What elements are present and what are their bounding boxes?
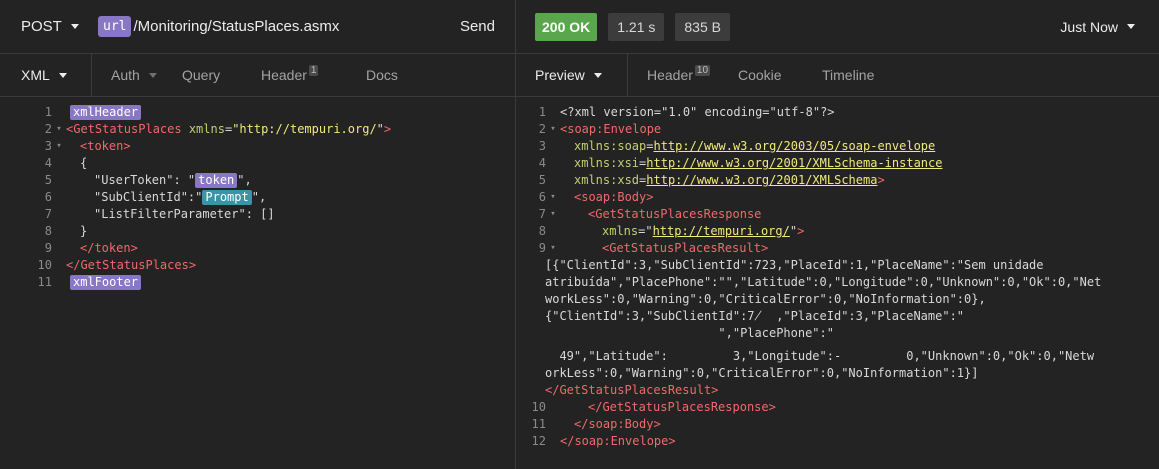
code-line: 2 ▾ <soap:Envelope — [538, 121, 662, 138]
method-label: POST — [21, 18, 62, 35]
tab-auth[interactable]: Auth — [92, 54, 182, 96]
response-tabs: Preview Header 10 Cookie Timeline — [516, 54, 1159, 97]
response-pane: 200 OK 1.21 s 835 B Just Now Preview Hea… — [516, 0, 1159, 469]
tab-auth-label: Auth — [111, 67, 140, 83]
send-button[interactable]: Send — [460, 18, 515, 35]
tab-query[interactable]: Query — [182, 54, 261, 96]
fold-arrow-icon[interactable]: ▾ — [546, 206, 560, 223]
result-json-line: atribuída","PlacePhone":"","Latitude":0,… — [545, 275, 1102, 289]
chevron-down-icon — [70, 24, 79, 29]
app: POST url /Monitoring/StatusPlaces.asmx S… — [0, 0, 1159, 469]
result-json-line: orkLess":0,"Warning":0,"CriticalError":0… — [545, 366, 979, 380]
fold-arrow-icon[interactable]: ▾ — [546, 240, 560, 257]
code-line: 8 xmlns="http://tempuri.org/"> — [538, 224, 805, 238]
link-tempuri[interactable]: http://tempuri.org/ — [653, 224, 790, 238]
tab-header-label: Header — [261, 67, 307, 83]
tab-response-header[interactable]: Header 10 — [628, 54, 738, 96]
tab-xml[interactable]: XML — [0, 54, 91, 96]
chevron-down-icon — [148, 72, 157, 78]
link-soap-envelope[interactable]: http://www.w3.org/2003/05/soap-envelope — [653, 139, 935, 153]
code-line: 1 xmlHeader — [0, 104, 515, 121]
fold-arrow-icon[interactable]: ▾ — [52, 138, 66, 155]
result-json-line: ","PlacePhone":" — [545, 326, 834, 340]
code-line: 9 </token> — [44, 241, 138, 255]
tab-response-header-label: Header — [647, 67, 693, 83]
code-wrapped-line: orkLess":0,"Warning":0,"CriticalError":0… — [516, 365, 1159, 382]
request-body-editor[interactable]: 1 xmlHeader 2 ▾ <GetStatusPlaces xmlns="h… — [0, 104, 515, 291]
code-line: 3 ▾ <token> — [44, 138, 131, 155]
result-close-tag: </GetStatusPlacesResult> — [545, 383, 719, 397]
tab-header-count: 1 — [308, 64, 319, 76]
tab-timeline-label: Timeline — [822, 67, 875, 83]
tab-docs-label: Docs — [366, 67, 398, 83]
tab-query-label: Query — [182, 67, 221, 83]
code-line: 9 ▾ <GetStatusPlacesResult> — [538, 240, 769, 257]
code-line: 5 xmlns:xsd=http://www.w3.org/2001/XMLSc… — [538, 173, 885, 187]
response-body-viewer[interactable]: 1 <?xml version="1.0" encoding="utf-8"?>… — [516, 104, 1159, 450]
response-status-bar: 200 OK 1.21 s 835 B Just Now — [516, 0, 1159, 54]
code-line: 6 ▾ <soap:Body> — [538, 189, 654, 206]
chevron-down-icon — [1127, 24, 1135, 29]
code-line: 7 ▾ <GetStatusPlacesResponse — [538, 206, 762, 223]
code-wrapped-line: </GetStatusPlacesResult> — [516, 382, 1159, 399]
code-line: 4 xmlns:xsi=http://www.w3.org/2001/XMLSc… — [538, 156, 943, 170]
code-line: 4 { — [44, 156, 88, 170]
template-tag-prompt[interactable]: Prompt — [202, 190, 252, 205]
code-line: 2 ▾ <GetStatusPlaces xmlns="http://tempur… — [44, 121, 392, 138]
link-xmlschema-instance[interactable]: http://www.w3.org/2001/XMLSchema-instanc… — [646, 156, 942, 170]
code-line: 5 "UserToken": " token ", — [44, 173, 252, 188]
tab-xml-label: XML — [21, 67, 50, 83]
code-line: 6 "SubClientId":" Prompt ", — [44, 190, 267, 205]
result-json-line: 49","Latitude": 3,"Longitude":- 0,"Unkno… — [545, 349, 1095, 363]
tab-preview[interactable]: Preview — [516, 54, 627, 96]
tab-response-header-count: 10 — [694, 64, 711, 76]
tab-timeline[interactable]: Timeline — [822, 54, 874, 96]
method-dropdown[interactable]: POST — [0, 18, 85, 35]
code-wrapped-line: workLess":0,"Warning":0,"CriticalError":… — [516, 291, 1159, 308]
code-line: 3 xmlns:soap=http://www.w3.org/2003/05/s… — [538, 139, 936, 153]
code-wrapped-line: ","PlacePhone":" — [516, 325, 1159, 342]
result-json-line: {"ClientId":3,"SubClientId":7̸ ,"PlaceId… — [545, 309, 965, 323]
code-line: 11 </soap:Body> — [531, 417, 661, 431]
tab-cookie-label: Cookie — [738, 67, 782, 83]
fold-arrow-icon[interactable]: ▾ — [546, 121, 560, 138]
fold-arrow-icon[interactable]: ▾ — [546, 189, 560, 206]
tab-cookie[interactable]: Cookie — [738, 54, 822, 96]
code-wrapped-line: atribuída","PlacePhone":"","Latitude":0,… — [516, 274, 1159, 291]
fold-arrow-icon[interactable]: ▾ — [52, 121, 66, 138]
response-history-dropdown[interactable]: Just Now — [1060, 19, 1159, 35]
chevron-down-icon — [58, 72, 67, 78]
url-variable-tag[interactable]: url — [98, 16, 132, 37]
response-size-badge: 835 B — [675, 12, 730, 41]
code-line: 12 </soap:Envelope> — [531, 434, 676, 448]
history-label: Just Now — [1060, 18, 1118, 35]
url-input[interactable]: url /Monitoring/StatusPlaces.asmx — [98, 16, 460, 37]
code-line: 10 </GetStatusPlacesResponse> — [531, 400, 776, 414]
chevron-down-icon — [593, 72, 602, 78]
code-line: 7 "ListFilterParameter": [] — [44, 207, 275, 221]
request-url-bar: POST url /Monitoring/StatusPlaces.asmx S… — [0, 0, 515, 54]
code-wrapped-line: 49","Latitude": 3,"Longitude":- 0,"Unkno… — [516, 348, 1159, 365]
code-line: 10 </GetStatusPlaces> — [37, 258, 197, 272]
code-line: 1 <?xml version="1.0" encoding="utf-8"?> — [538, 105, 835, 119]
result-json-line: [{"ClientId":3,"SubClientId":723,"PlaceI… — [545, 258, 1044, 272]
tab-docs[interactable]: Docs — [366, 54, 398, 96]
template-tag-xmlfooter[interactable]: xmlFooter — [70, 275, 142, 290]
template-tag-xmlheader[interactable]: xmlHeader — [70, 105, 142, 120]
request-pane: POST url /Monitoring/StatusPlaces.asmx S… — [0, 0, 516, 469]
result-json-line: workLess":0,"Warning":0,"CriticalError":… — [545, 292, 986, 306]
request-tabs: XML Auth Query Header 1 Docs — [0, 54, 515, 97]
url-path: /Monitoring/StatusPlaces.asmx — [133, 18, 340, 35]
code-wrapped-line: [{"ClientId":3,"SubClientId":723,"PlaceI… — [516, 257, 1159, 274]
tab-preview-label: Preview — [535, 67, 585, 83]
code-line: 11 xmlFooter — [0, 274, 515, 291]
code-line: 8 } — [44, 224, 88, 238]
link-xmlschema[interactable]: http://www.w3.org/2001/XMLSchema — [646, 173, 877, 187]
response-time-badge: 1.21 s — [608, 12, 665, 41]
code-wrapped-line: {"ClientId":3,"SubClientId":7̸ ,"PlaceId… — [516, 308, 1159, 325]
tab-header[interactable]: Header 1 — [261, 54, 366, 96]
template-tag-token[interactable]: token — [195, 173, 238, 188]
status-badge: 200 OK — [535, 12, 598, 41]
